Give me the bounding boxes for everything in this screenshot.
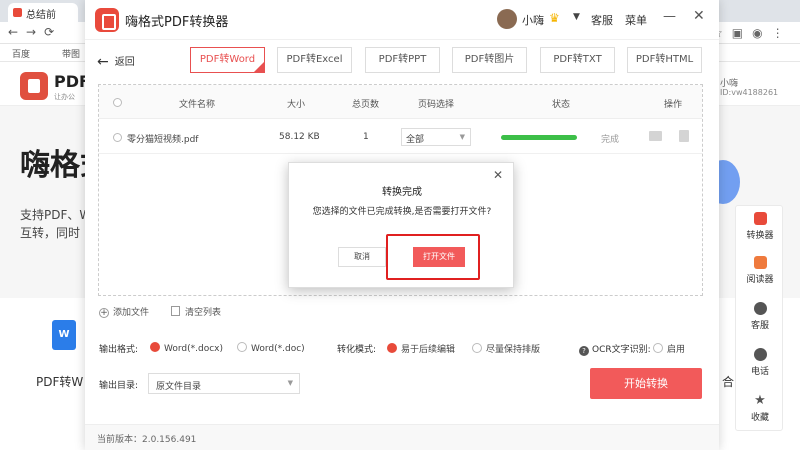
page-select-dropdown[interactable]: 全部 ▼ [401,128,471,146]
back-arrow-icon: ← [97,54,109,70]
ocr-label: ? OCR文字识别: [579,342,651,356]
tab-pdf-to-ppt[interactable]: PDF转PPT [365,47,440,73]
col-filename: 文件名称 [179,100,216,110]
app-username[interactable]: 小嗨 [522,12,544,28]
browser-tab[interactable]: 总结前 [8,3,78,22]
service-icon [753,302,767,315]
select-all-radio[interactable] [113,98,122,107]
website-card-label[interactable]: PDF转W [36,373,83,390]
app-logo-icon [95,8,119,32]
trash-icon [171,306,180,316]
plus-icon: + [99,308,109,318]
mode-label: 转化模式: [337,345,377,355]
add-file-button[interactable]: + 添加文件 [99,305,149,318]
unchecked-icon [237,342,247,352]
browser-right-icons[interactable]: ☆▣◉⋮ [712,26,793,40]
tab-pdf-to-word[interactable]: PDF转Word [190,47,265,73]
unchecked-icon [472,343,482,353]
unchecked-icon [653,343,663,353]
open-folder-icon[interactable] [649,131,662,141]
help-icon[interactable]: ? [579,346,589,356]
bookmark-2[interactable]: 带图 [62,47,80,60]
format-doc-radio[interactable]: Word(*.doc) [237,342,305,354]
delete-icon[interactable] [679,130,689,142]
back-button[interactable]: ← 返回 [97,53,135,70]
dialog-message: 您选择的文件已完成转换,是否需要打开文件? [312,207,492,217]
col-size: 大小 [287,100,306,110]
browser-nav-icons[interactable]: ←→⟳ [8,25,62,39]
mode-edit-radio[interactable]: 易于后续编辑 [387,342,455,355]
side-item-service[interactable]: 客服 [736,296,784,340]
avatar[interactable] [497,9,517,29]
checked-icon [150,342,160,352]
website-card-right-label[interactable]: 合 [722,373,734,390]
row-select-radio[interactable] [113,133,122,142]
format-docx-radio[interactable]: Word(*.docx) [150,342,223,354]
tab-pdf-to-excel[interactable]: PDF转Excel [277,47,352,73]
app-titlebar: 嗨格式PDF转换器 小嗨 ♛ ▼ 客服 菜单 — ✕ [85,0,719,40]
dialog-title: 转换完成 [382,187,422,198]
side-item-phone[interactable]: 电话 [736,342,784,386]
output-dir-label: 输出目录: [99,381,139,391]
output-format-label: 输出格式: [99,345,139,355]
phone-icon [753,348,767,361]
tab-pdf-to-txt[interactable]: PDF转TXT [540,47,615,73]
output-dir-select[interactable]: 原文件目录 ▼ [148,373,300,394]
reader-icon [753,256,767,269]
table-row[interactable]: 零分猫短视频.pdf 58.12 KB 1 全部 ▼ 完成 [99,120,702,154]
star-icon: ★ [754,393,766,408]
start-convert-button[interactable]: 开始转换 [590,368,702,399]
tab-pdf-to-image[interactable]: PDF转图片 [452,47,527,73]
close-icon[interactable]: ✕ [693,8,705,24]
tab-pdf-to-html[interactable]: PDF转HTML [627,47,702,73]
bookmark-baidu[interactable]: 百度 [12,47,30,60]
customer-service-link[interactable]: 客服 [591,12,613,28]
menu-link[interactable]: 菜单 [625,12,647,28]
col-pages: 总页数 [352,100,380,110]
side-item-favorite[interactable]: ★ 收藏 [736,388,784,432]
website-user-id: ID:vw4188261 [720,88,779,97]
clear-list-button[interactable]: 清空列表 [171,305,221,318]
minimize-icon[interactable]: — [663,9,676,24]
side-item-reader[interactable]: 阅读器 [736,250,784,294]
status-text: 完成 [601,135,620,145]
file-size: 58.12 KB [279,132,320,142]
vip-crown-icon: ♛ [549,11,560,25]
website-desc-line2: 互转，同时 [20,226,81,240]
dialog-close-icon[interactable]: ✕ [493,168,503,182]
file-name: 零分猫短视频.pdf [127,135,199,145]
user-dropdown-icon[interactable]: ▼ [573,12,580,22]
col-page-select: 页码选择 [418,100,455,110]
app-footer: 当前版本：2.0.156.491 [85,424,719,450]
website-desc-line1: 支持PDF、W [20,208,92,222]
checked-icon [387,343,397,353]
word-file-icon: W [52,320,76,350]
website-logo-sub: 让办公 [54,93,75,101]
table-header: 文件名称 大小 总页数 页码选择 状态 操作 [99,85,702,119]
side-item-converter[interactable]: 转换器 [736,206,784,250]
cancel-button[interactable]: 取消 [338,247,386,267]
app-title: 嗨格式PDF转换器 [125,15,229,30]
col-action: 操作 [664,100,683,110]
ocr-enable-radio[interactable]: 启用 [653,342,685,355]
website-logo-icon [20,72,48,100]
mode-layout-radio[interactable]: 尽量保持排版 [472,342,540,355]
conversion-progress-bar [501,135,577,140]
progress-fill [501,135,577,140]
file-pages: 1 [363,132,369,142]
tab-favicon-icon [13,8,22,17]
website-side-toolbar: 转换器 阅读器 客服 电话 ★ 收藏 [735,205,783,431]
version-text: 当前版本：2.0.156.491 [97,435,197,445]
converter-icon [753,212,767,225]
col-status: 状态 [552,100,571,110]
chevron-down-icon: ▼ [459,133,465,141]
chevron-down-icon: ▼ [287,379,293,387]
annotation-highlight-box [386,234,480,280]
